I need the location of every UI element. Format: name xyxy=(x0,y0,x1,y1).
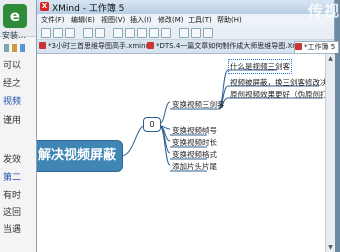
subtopic-what-is[interactable]: 什么是视频三剑客 xyxy=(228,59,292,74)
hub-topic[interactable]: 0 xyxy=(143,117,161,132)
undo-icon[interactable] xyxy=(83,28,93,38)
menu-tools[interactable]: 工具(T) xyxy=(188,15,212,25)
menu-file[interactable]: 文件(F) xyxy=(41,15,65,25)
redo-icon[interactable] xyxy=(95,28,105,38)
background-file-label: 安装… xyxy=(2,31,26,40)
xmind-app-icon: X xyxy=(40,2,49,11)
tab-label: *DTS.4一篇文章如何制作成大师思维导图.Xmind xyxy=(156,42,310,50)
add-subtopic-icon[interactable] xyxy=(125,28,135,38)
tab-document-1[interactable]: *3小时三首思维导图高手.xmind xyxy=(39,41,150,52)
subtopic-original-better[interactable]: 原创视频效果更好（伪原创打折扣） xyxy=(230,89,325,100)
menu-help[interactable]: 帮助(H) xyxy=(217,15,242,25)
tab-document-2[interactable]: *DTS.4一篇文章如何制作成大师思维导图.Xmind xyxy=(147,41,310,52)
menu-view[interactable]: 视图(V) xyxy=(101,15,125,25)
tab-label: *3小时三首思维导图高手.xmind xyxy=(48,42,150,50)
boundary-icon[interactable] xyxy=(149,28,159,38)
subtopic-blocked-fix[interactable]: 视频被屏蔽，换三剑客修改决 xyxy=(230,77,325,88)
background-text-line: 这回 xyxy=(3,208,22,218)
background-text-line: 当遇 xyxy=(3,225,22,235)
xmind-file-icon xyxy=(39,42,46,49)
toolbar xyxy=(37,25,334,40)
xmind-window: X XMind - 工作簿 5 文件(F) 编辑(E) 视图(V) 插入(I) … xyxy=(36,0,340,252)
background-text-line: 发效 xyxy=(3,155,22,165)
xmind-file-icon xyxy=(147,42,154,49)
new-file-icon[interactable] xyxy=(41,28,51,38)
title-bar: X XMind - 工作簿 5 xyxy=(37,0,334,14)
watermark: 传视 xyxy=(307,2,340,20)
menu-edit[interactable]: 编辑(E) xyxy=(71,15,95,25)
save-icon[interactable] xyxy=(65,28,75,38)
background-text-line: 视频 xyxy=(3,97,22,107)
menu-modify[interactable]: 修改(M) xyxy=(158,15,184,25)
tab-label: *工作簿 5 xyxy=(304,43,336,51)
branch-topic-frame[interactable]: 变换视频帧号 xyxy=(172,125,217,136)
scroll-down-icon[interactable]: ▼ xyxy=(327,244,334,251)
app-logo-icon: e xyxy=(3,4,27,28)
background-text-line: 有时 xyxy=(3,191,22,201)
branch-topic-format[interactable]: 变换视频格式 xyxy=(172,149,217,160)
marker-icon[interactable] xyxy=(179,28,189,38)
window-title: XMind - 工作簿 5 xyxy=(52,4,125,14)
hyperlink-icon[interactable] xyxy=(203,28,213,38)
branch-topic-video-three[interactable]: 变换视频三剑客 xyxy=(172,99,225,110)
xmind-file-icon xyxy=(295,43,302,50)
branch-topic-intro-outro[interactable]: 添加片头片尾 xyxy=(172,161,217,172)
central-topic[interactable]: 解决视频屏蔽 xyxy=(37,140,123,172)
scroll-up-icon[interactable]: ▲ xyxy=(327,55,334,62)
open-folder-icon[interactable] xyxy=(53,28,63,38)
branch-topic-duration[interactable]: 变换视频时长 xyxy=(172,137,217,148)
mindmap-canvas[interactable]: 解决视频屏蔽 0 变换视频三剑客 什么是视频三剑客 视频被屏蔽，换三剑客修改决 … xyxy=(37,54,325,252)
background-icon-strip xyxy=(4,44,40,52)
background-text-line: 可以 xyxy=(3,61,22,71)
relationship-icon[interactable] xyxy=(137,28,147,38)
add-topic-icon[interactable] xyxy=(113,28,123,38)
menu-insert[interactable]: 插入(I) xyxy=(130,15,152,25)
background-text-line: 经之 xyxy=(3,79,22,89)
summary-icon[interactable] xyxy=(161,28,171,38)
background-text-line: 第二 xyxy=(3,173,22,183)
background-text-line: 谨用 xyxy=(3,116,22,126)
vertical-scrollbar[interactable]: ▲ ▼ xyxy=(325,54,335,252)
tab-document-3[interactable]: *工作簿 5 xyxy=(294,41,340,53)
tab-bar: *3小时三首思维导图高手.xmind *DTS.4一篇文章如何制作成大师思维导图… xyxy=(37,40,340,54)
image-icon[interactable] xyxy=(191,28,201,38)
